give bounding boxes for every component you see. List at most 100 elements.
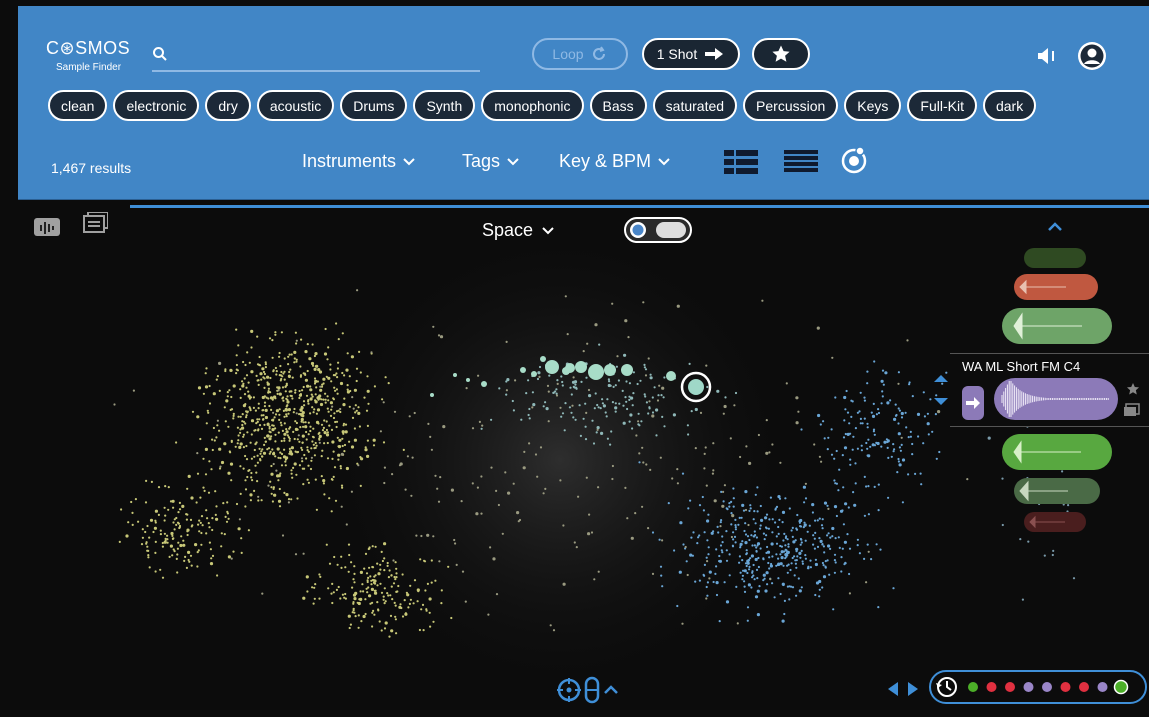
sample-dot[interactable] <box>432 325 435 328</box>
sample-dot[interactable] <box>686 573 689 577</box>
sample-dot[interactable] <box>294 391 297 394</box>
sample-dot[interactable] <box>332 416 336 420</box>
sample-dot[interactable] <box>821 543 824 546</box>
sample-dot[interactable] <box>725 600 730 604</box>
sample-dot[interactable] <box>732 487 735 490</box>
sample-dot[interactable] <box>690 536 693 539</box>
sample-dot[interactable] <box>237 434 240 437</box>
sample-dot[interactable] <box>934 413 938 416</box>
sample-dot[interactable] <box>328 497 331 500</box>
sample-dot[interactable] <box>715 593 719 597</box>
sample-dot[interactable] <box>350 355 354 359</box>
sample-dot[interactable] <box>914 472 917 475</box>
chevron-up-icon[interactable] <box>1046 220 1064 232</box>
sample-dot[interactable] <box>250 329 254 333</box>
sample-dot[interactable] <box>198 519 201 522</box>
sample-dot[interactable] <box>426 582 429 585</box>
sample-dot[interactable] <box>295 473 298 476</box>
sample-dot[interactable] <box>178 508 182 511</box>
sample-dot[interactable] <box>629 413 633 417</box>
sample-dot[interactable] <box>809 566 813 569</box>
sample-dot[interactable] <box>212 392 216 396</box>
sample-dot[interactable] <box>113 403 116 406</box>
sample-dot[interactable] <box>263 401 267 404</box>
sample-dot[interactable] <box>706 581 710 584</box>
sample-dot[interactable] <box>337 585 340 589</box>
sample-dot[interactable] <box>383 587 386 590</box>
sample-dot[interactable] <box>728 553 731 556</box>
sample-dot[interactable] <box>631 427 634 430</box>
sample-dot[interactable] <box>302 400 306 403</box>
sample-dot[interactable] <box>177 511 180 514</box>
sample-dot[interactable] <box>645 463 648 466</box>
sample-dot[interactable] <box>800 538 803 541</box>
sample-dot[interactable] <box>784 544 787 547</box>
sample-dot[interactable] <box>327 587 330 590</box>
sample-dot[interactable] <box>191 410 195 413</box>
sample-dot[interactable] <box>244 454 247 458</box>
sample-dot[interactable] <box>353 438 357 442</box>
sample-dot[interactable] <box>241 380 244 383</box>
neighbor-sample-dot[interactable] <box>466 378 470 382</box>
sample-dot[interactable] <box>542 405 545 408</box>
sample-dot[interactable] <box>199 521 202 524</box>
sample-dot[interactable] <box>729 437 732 440</box>
sample-dot[interactable] <box>834 396 837 399</box>
sample-dot[interactable] <box>318 597 321 600</box>
sample-dot[interactable] <box>214 490 217 493</box>
sample-dot[interactable] <box>257 402 260 405</box>
sample-dot[interactable] <box>357 614 360 617</box>
sample-dot[interactable] <box>262 451 267 455</box>
sample-dot[interactable] <box>923 415 927 418</box>
sample-dot[interactable] <box>313 377 317 380</box>
sample-dot[interactable] <box>281 386 285 389</box>
sample-dot[interactable] <box>274 433 277 436</box>
sample-dot[interactable] <box>292 466 295 469</box>
sample-dot[interactable] <box>215 378 218 381</box>
sample-dot[interactable] <box>286 400 290 404</box>
sample-dot[interactable] <box>284 464 287 467</box>
sample-dot[interactable] <box>552 629 556 632</box>
sample-dot[interactable] <box>818 588 821 591</box>
sample-dot[interactable] <box>181 504 185 508</box>
sample-dot[interactable] <box>244 403 247 406</box>
sample-dot[interactable] <box>748 538 751 542</box>
sample-dot[interactable] <box>759 504 762 508</box>
sample-dot[interactable] <box>713 499 717 503</box>
history-dot[interactable] <box>1079 682 1089 692</box>
sample-dot[interactable] <box>177 541 180 544</box>
sample-dot[interactable] <box>842 436 846 439</box>
sample-dot[interactable] <box>866 454 869 457</box>
sample-dot[interactable] <box>588 394 592 398</box>
tag-keys[interactable]: Keys <box>844 90 902 121</box>
tag-synth[interactable]: Synth <box>413 90 476 121</box>
sample-dot[interactable] <box>153 526 157 530</box>
sample-dot[interactable] <box>264 363 267 366</box>
sample-dot[interactable] <box>651 396 654 399</box>
sample-dot[interactable] <box>312 411 315 414</box>
sample-dot[interactable] <box>800 549 803 552</box>
neighbor-sample-dot[interactable] <box>621 364 633 376</box>
sample-dot[interactable] <box>287 374 291 378</box>
sample-dot[interactable] <box>748 461 752 465</box>
sample-dot[interactable] <box>705 597 708 600</box>
sample-dot[interactable] <box>460 500 463 503</box>
sample-dot[interactable] <box>184 555 187 558</box>
sample-dot[interactable] <box>409 598 412 601</box>
sample-dot[interactable] <box>247 390 250 393</box>
sample-dot[interactable] <box>276 447 280 451</box>
sample-dot[interactable] <box>778 518 781 521</box>
sample-dot[interactable] <box>572 416 575 419</box>
sample-dot[interactable] <box>244 363 247 367</box>
sample-dot[interactable] <box>593 578 596 581</box>
sample-dot[interactable] <box>154 540 157 543</box>
sample-dot[interactable] <box>298 440 301 443</box>
sample-dot[interactable] <box>698 579 702 582</box>
sample-dot[interactable] <box>286 395 289 398</box>
sample-dot[interactable] <box>848 547 852 550</box>
sample-dot[interactable] <box>252 406 255 409</box>
sample-dot[interactable] <box>295 358 298 361</box>
sample-dot[interactable] <box>380 591 384 594</box>
sample-dot[interactable] <box>357 411 361 415</box>
sample-dot[interactable] <box>210 557 213 560</box>
